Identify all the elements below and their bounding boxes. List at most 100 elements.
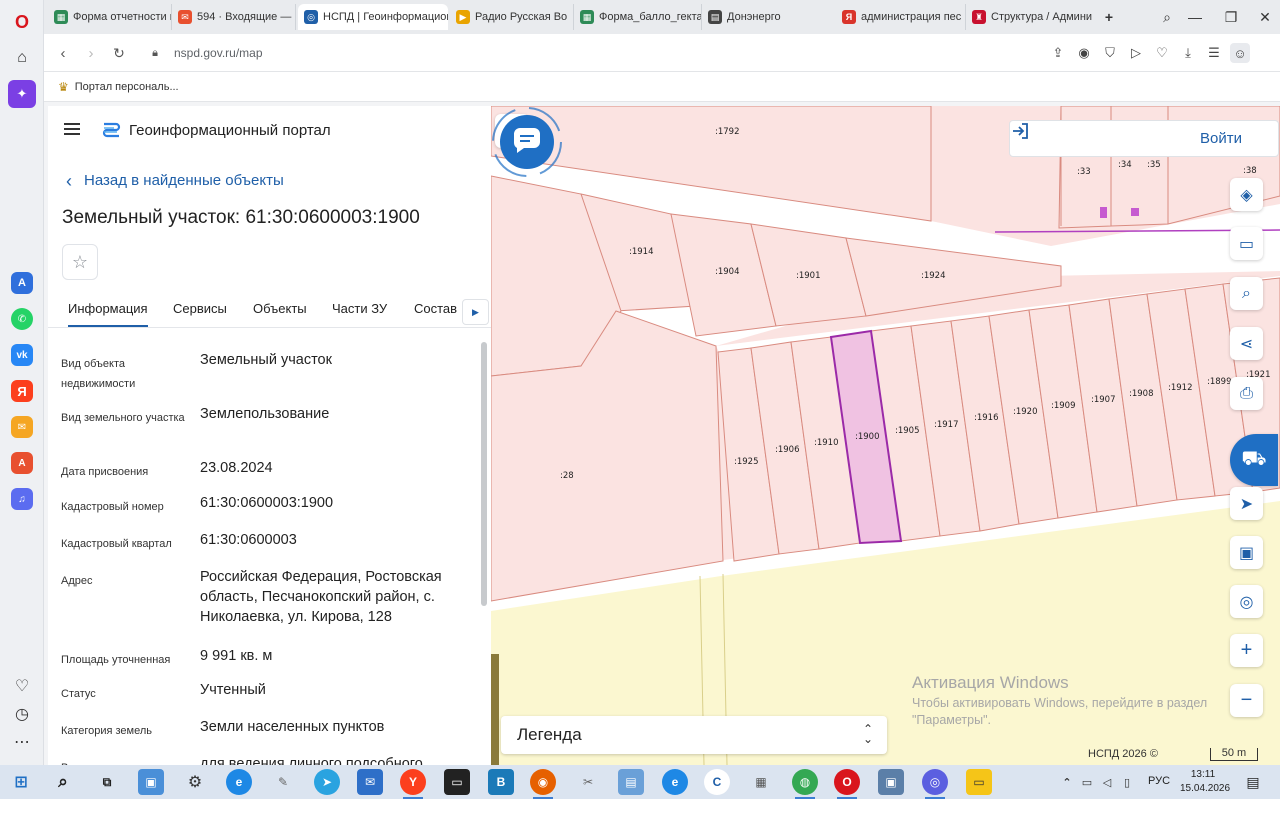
vk-icon[interactable]: vk	[11, 344, 33, 366]
task-view-icon[interactable]: ⧉	[94, 769, 120, 795]
app-icon[interactable]: B	[488, 769, 514, 795]
chat-button[interactable]	[491, 106, 563, 178]
panel-scrollbar[interactable]	[481, 342, 487, 606]
tab-2[interactable]: ✉ 594 · Входящие — Я	[172, 4, 296, 30]
terminal-icon[interactable]: ▭	[444, 769, 470, 795]
app-icon[interactable]: C	[704, 769, 730, 795]
translator-icon[interactable]: A	[11, 452, 33, 474]
easy-setup-icon[interactable]: ☰	[1204, 43, 1224, 63]
area-search-button[interactable]: ⌕	[1230, 277, 1263, 310]
login-button[interactable]: Войти	[1009, 120, 1279, 157]
bookmark-portal[interactable]: ♛ Портал персональ...	[58, 80, 179, 94]
notifications-icon[interactable]: ▤	[1240, 769, 1266, 795]
map-tools-button[interactable]: ⛟	[1230, 434, 1278, 486]
legend-panel[interactable]: Легенда ⌃ ⌄	[501, 716, 887, 754]
battery-icon[interactable]: ▯	[1118, 769, 1136, 795]
firefox-icon[interactable]: ◉	[530, 769, 556, 799]
history-icon[interactable]: ◷	[8, 700, 36, 728]
tab-1[interactable]: ▦ Форма отчетности п	[48, 4, 172, 30]
paint-icon[interactable]: ✎	[270, 769, 296, 795]
zoom-in-button[interactable]: +	[1230, 634, 1263, 667]
aria-icon[interactable]: ✦	[8, 80, 36, 108]
locate-button[interactable]: ➤	[1230, 487, 1263, 520]
expand-icon[interactable]: ⌃ ⌄	[863, 723, 873, 745]
internet-explorer-icon[interactable]: e	[662, 769, 688, 795]
new-tab-icon[interactable]: +	[1098, 6, 1120, 28]
print-button[interactable]: ⎙	[1230, 377, 1263, 410]
tab-services[interactable]: Сервисы	[173, 301, 227, 316]
edge-icon[interactable]: e	[226, 769, 252, 795]
app-icon[interactable]: ◎	[922, 769, 948, 799]
back-icon[interactable]: ‹	[52, 42, 74, 64]
heart-icon[interactable]: ♡	[1152, 43, 1172, 63]
menu-icon[interactable]	[64, 123, 80, 135]
app-store-icon[interactable]: A	[11, 272, 33, 294]
back-to-results-link[interactable]: ‹ Назад в найденные объекты	[66, 172, 284, 190]
tab-3-active[interactable]: ◎ НСПД | Геоинформацион	[298, 4, 448, 30]
settings-icon[interactable]: ⚙	[182, 769, 208, 795]
windows-start-icon[interactable]: ⊞	[8, 769, 34, 795]
yandex-icon[interactable]: Я	[11, 380, 33, 402]
mail-icon[interactable]: ✉	[11, 416, 33, 438]
restore-icon[interactable]: ❐	[1220, 6, 1242, 28]
clock[interactable]: 13:11 15.04.2026	[1180, 768, 1230, 796]
close-icon[interactable]: ✕	[1254, 6, 1276, 28]
home-icon[interactable]: ⌂	[8, 44, 36, 72]
measure-button[interactable]: ▭	[1230, 227, 1263, 260]
tab-objects[interactable]: Объекты	[253, 301, 307, 316]
tab-7[interactable]: Яадминистрация пес	[836, 4, 966, 30]
app-icon[interactable]: ▤	[618, 769, 644, 795]
forward-icon[interactable]: ›	[80, 42, 102, 64]
share-button[interactable]: ⋖	[1230, 327, 1263, 360]
layers-button[interactable]: ◈	[1230, 178, 1263, 211]
attr-value: 61:30:0600003	[200, 532, 297, 548]
favorite-button[interactable]: ☆	[62, 244, 98, 280]
mail-app-icon[interactable]: ✉	[357, 769, 383, 795]
tab-4[interactable]: ▶ Радио Русская Во	[450, 4, 574, 30]
zoom-out-button[interactable]: −	[1230, 684, 1263, 717]
file-explorer-icon[interactable]: ▭	[966, 769, 992, 795]
tab-composition[interactable]: Состав	[414, 301, 457, 316]
chevron-up-icon[interactable]: ⌃	[1058, 769, 1076, 795]
tab-information[interactable]: Информация	[68, 301, 148, 327]
ruler-icon: ▭	[1238, 235, 1255, 253]
reload-icon[interactable]: ↻	[108, 42, 130, 64]
camera-icon[interactable]: ◉	[1074, 43, 1094, 63]
search-icon[interactable]: ⌕	[50, 769, 76, 795]
tab-6[interactable]: ▤ Донэнерго	[702, 4, 822, 30]
tab-parts[interactable]: Части ЗУ	[332, 301, 387, 316]
music-icon[interactable]: ♫	[11, 488, 33, 510]
minimap-button[interactable]: ▣	[1230, 536, 1263, 569]
url-field[interactable]: nspd.gov.ru/map	[174, 46, 263, 60]
app-icon[interactable]: ▦	[748, 769, 774, 795]
tab-title: Форма_балло_гекта	[599, 11, 702, 23]
telegram-icon[interactable]: ➤	[314, 769, 340, 795]
tab-5[interactable]: ▦ Форма_балло_гекта	[574, 4, 702, 30]
tab-8[interactable]: ♜ Структура / Админи	[966, 4, 1094, 30]
minimize-icon[interactable]: —	[1184, 6, 1206, 28]
profile-icon[interactable]: ☺	[1230, 43, 1250, 63]
more-icon[interactable]: ⋯	[8, 728, 36, 756]
share-icon[interactable]: ⇪	[1048, 43, 1068, 63]
opera-icon[interactable]: O	[834, 769, 860, 799]
cadastral-map[interactable]: :1792 :1914 :1904 :1901 :1924 :33 :34 :3…	[491, 106, 1280, 765]
yandex-browser-icon[interactable]: Y	[400, 769, 426, 799]
snipping-icon[interactable]: ✂	[575, 769, 601, 795]
send-icon[interactable]: ▷	[1126, 43, 1146, 63]
network-icon[interactable]: ▭	[1078, 769, 1096, 795]
volume-icon[interactable]: ◁	[1098, 769, 1116, 795]
tabs-next-button[interactable]: ▶	[462, 299, 489, 325]
app-icon[interactable]: ▣	[138, 769, 164, 795]
shield-icon[interactable]: ⛉	[1100, 43, 1120, 63]
app-icon[interactable]: ▣	[878, 769, 904, 795]
geolocation-button[interactable]: ◎	[1230, 585, 1263, 618]
chrome-icon[interactable]: ◍	[792, 769, 818, 799]
language-indicator[interactable]: РУС	[1148, 775, 1170, 787]
search-tabs-icon[interactable]: ⌕	[1156, 6, 1178, 28]
map-canvas[interactable]: :1792 :1914 :1904 :1901 :1924 :33 :34 :3…	[491, 106, 1280, 765]
heart-icon[interactable]: ♡	[8, 672, 36, 700]
whatsapp-icon[interactable]: ✆	[11, 308, 33, 330]
attr-value: Российская Федерация, Ростовская область…	[200, 569, 442, 625]
download-icon[interactable]: ⤓	[1178, 43, 1198, 63]
opera-logo-icon[interactable]: O	[8, 8, 36, 36]
